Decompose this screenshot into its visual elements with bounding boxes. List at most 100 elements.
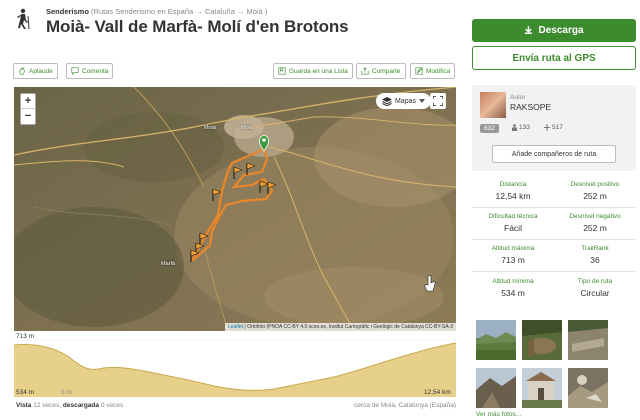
place-label: Marfà bbox=[161, 261, 176, 267]
download-icon bbox=[525, 26, 533, 34]
author-label: Autor bbox=[510, 94, 526, 101]
satellite-imagery bbox=[14, 87, 456, 331]
following-icon bbox=[544, 124, 550, 131]
edit-button[interactable]: Modifica bbox=[410, 63, 456, 79]
activity-type[interactable]: Senderismo bbox=[46, 7, 89, 16]
stat-label: Distancia bbox=[499, 181, 527, 188]
comment-button[interactable]: Comenta bbox=[66, 63, 114, 79]
trails-badge: 632 bbox=[480, 124, 499, 133]
place-label: Moià bbox=[204, 125, 216, 131]
stat-difficulty: Dificultad técnica Fácil bbox=[472, 213, 554, 233]
following-count: 517 bbox=[552, 124, 563, 131]
save-list-button[interactable]: Guarda en una Lista bbox=[273, 63, 353, 79]
stat-label: Altitud máxima bbox=[491, 245, 535, 252]
stat-label: Desnivel positivo bbox=[570, 181, 620, 188]
like-button[interactable]: Aplaude bbox=[13, 63, 58, 79]
photo-thumbnail[interactable] bbox=[522, 368, 562, 408]
leaflet-link[interactable]: Leaflet bbox=[228, 324, 243, 330]
divider bbox=[472, 239, 636, 240]
stat-value: 36 bbox=[590, 255, 600, 265]
photo-thumbnail[interactable] bbox=[476, 320, 516, 360]
zoom-control: + − bbox=[20, 93, 36, 125]
divider bbox=[472, 271, 636, 272]
layers-icon bbox=[382, 96, 392, 106]
share-button[interactable]: Comparte bbox=[356, 63, 406, 79]
stat-min-altitude: Altitud mínima 534 m bbox=[472, 278, 554, 298]
elevation-chart bbox=[13, 339, 457, 397]
photo-thumbnail[interactable] bbox=[522, 320, 562, 360]
breadcrumb[interactable]: Senderismo (Rutas Senderismo en España →… bbox=[46, 7, 267, 16]
comment-icon bbox=[71, 67, 79, 75]
follower-icon bbox=[512, 124, 517, 131]
stat-elevation-loss: Desnivel negativo 252 m bbox=[554, 213, 636, 233]
share-label: Comparte bbox=[372, 67, 401, 75]
save-list-label: Guarda en una Lista bbox=[289, 67, 348, 75]
chevron-down-icon bbox=[419, 99, 426, 103]
edit-label: Modifica bbox=[426, 67, 451, 75]
more-photos-link[interactable]: Ver más fotos... bbox=[476, 411, 521, 418]
avatar[interactable] bbox=[480, 92, 506, 118]
fullscreen-button[interactable] bbox=[430, 93, 446, 109]
stat-value: 534 m bbox=[501, 288, 525, 298]
download-button[interactable]: Descarga bbox=[472, 19, 636, 42]
map-layers-button[interactable]: Mapas bbox=[376, 93, 432, 109]
stat-route-type: Tipo de ruta Circular bbox=[554, 278, 636, 298]
photo-thumbnail[interactable] bbox=[568, 320, 608, 360]
zoom-out-button[interactable]: − bbox=[21, 109, 35, 124]
attribution-text: | Ortofoto (PNOA CC-BY 4.0 scne.es, Inst… bbox=[244, 324, 453, 330]
author-stat-trails: 632 bbox=[480, 124, 499, 133]
views-prefix: Vista bbox=[16, 402, 32, 409]
stat-label: Desnivel negativo bbox=[569, 213, 621, 220]
edit-icon bbox=[415, 67, 423, 75]
stat-value: Circular bbox=[580, 288, 610, 298]
send-gps-label: Envía ruta al GPS bbox=[512, 52, 596, 64]
stat-value: 252 m bbox=[583, 191, 607, 201]
route-footer: Vista 12 veces, descargada 0 veces cerca… bbox=[16, 402, 456, 409]
elevation-profile[interactable]: 713 m 534 m 0 m 12,54 km bbox=[13, 331, 457, 397]
author-name[interactable]: RAKSOPE bbox=[510, 102, 551, 112]
fullscreen-icon bbox=[433, 96, 443, 106]
divider bbox=[472, 207, 636, 208]
stat-label: TrailRank bbox=[581, 245, 609, 252]
stat-elevation-gain: Desnivel positivo 252 m bbox=[554, 181, 636, 201]
followers-count: 133 bbox=[519, 124, 530, 131]
route-map[interactable]: Moià Moià Marfà + − Mapas Leaflet | Orto… bbox=[14, 87, 456, 331]
route-header: Senderismo (Rutas Senderismo en España →… bbox=[0, 0, 470, 42]
comment-label: Comenta bbox=[82, 67, 109, 75]
send-gps-button[interactable]: Envía ruta al GPS bbox=[472, 46, 636, 70]
clap-icon bbox=[19, 67, 25, 75]
add-companions-button[interactable]: Añade compañeros de ruta bbox=[492, 145, 616, 163]
stat-trailrank: TrailRank 36 bbox=[554, 245, 636, 265]
start-distance-label: 0 m bbox=[61, 389, 72, 396]
stat-max-altitude: Altitud máxima 713 m bbox=[472, 245, 554, 265]
downloads-count: 0 veces bbox=[100, 402, 124, 409]
stat-value: 12,54 km bbox=[495, 191, 531, 201]
stat-label: Tipo de ruta bbox=[577, 278, 613, 285]
downloads-prefix: descargada bbox=[62, 402, 100, 409]
author-stat-followers: 133 bbox=[512, 124, 530, 131]
end-distance-label: 12,54 km bbox=[424, 389, 451, 396]
like-label: Aplaude bbox=[29, 67, 53, 75]
stat-label: Dificultad técnica bbox=[488, 213, 538, 220]
page-title: Moià- Vall de Marfà- Molí d'en Brotons bbox=[46, 17, 349, 36]
author-panel: Autor RAKSOPE 632 133 517 Añade compañer… bbox=[472, 85, 636, 171]
layers-label: Mapas bbox=[395, 97, 417, 105]
max-elevation-label: 713 m bbox=[16, 333, 35, 340]
breadcrumb-path[interactable]: (Rutas Senderismo en España → Cataluña →… bbox=[91, 7, 267, 16]
location-text: cerca de Moià, Catalunya (España) bbox=[354, 402, 456, 409]
photo-thumbnail[interactable] bbox=[476, 368, 516, 408]
map-attribution: Leaflet | Ortofoto (PNOA CC-BY 4.0 scne.… bbox=[224, 323, 456, 331]
hiker-icon bbox=[17, 8, 30, 30]
download-label: Descarga bbox=[538, 25, 584, 36]
author-stat-following: 517 bbox=[544, 124, 563, 131]
stat-value: Fácil bbox=[504, 223, 522, 233]
stat-value: 252 m bbox=[583, 223, 607, 233]
stat-value: 713 m bbox=[501, 255, 525, 265]
photo-thumbnail[interactable] bbox=[568, 368, 608, 408]
zoom-in-button[interactable]: + bbox=[21, 94, 35, 109]
bookmark-icon bbox=[278, 67, 286, 75]
stat-label: Altitud mínima bbox=[492, 278, 534, 285]
views-count: 12 veces, bbox=[33, 402, 62, 409]
min-elevation-label: 534 m bbox=[16, 389, 35, 396]
share-icon bbox=[361, 67, 369, 75]
